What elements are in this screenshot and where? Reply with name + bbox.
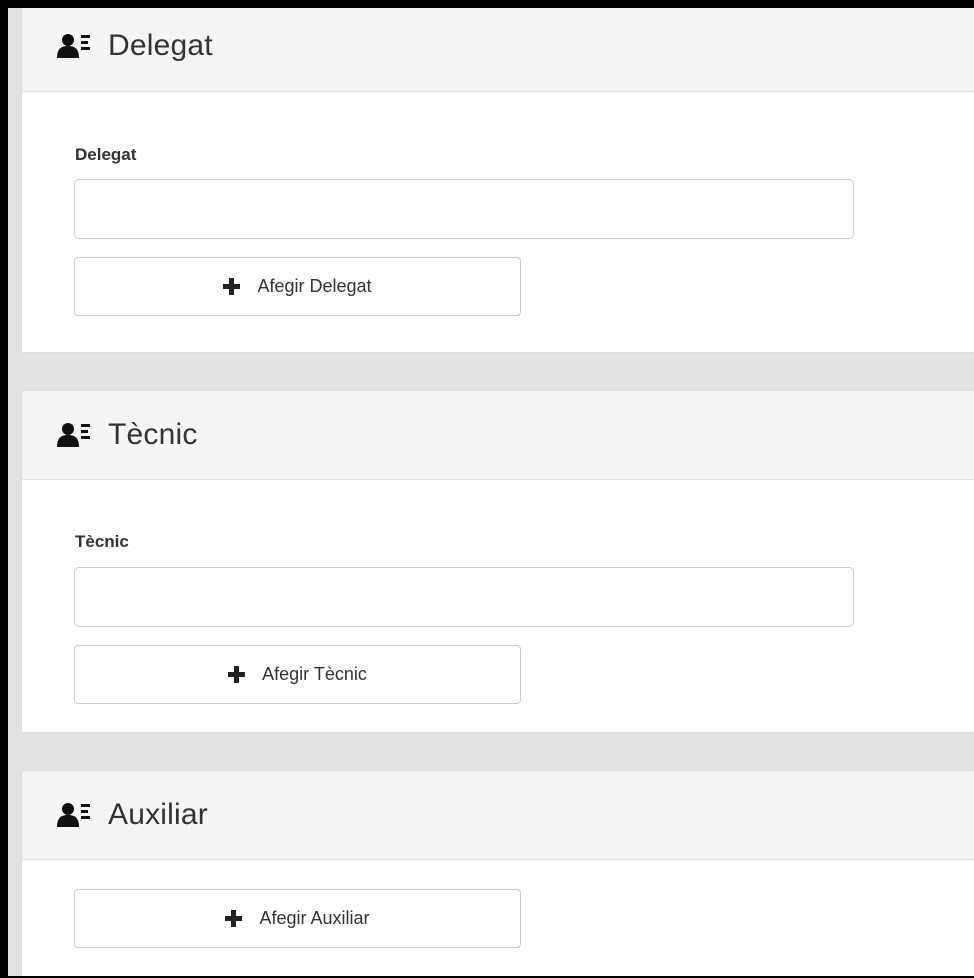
plus-icon — [225, 910, 243, 927]
plus-icon — [228, 666, 246, 683]
panel-tecnic: Tècnic Tècnic Afegir Tècnic — [21, 390, 974, 733]
panel-auxiliar: Auxiliar Afegir Auxiliar — [21, 770, 974, 976]
panel-title: Tècnic — [108, 418, 198, 451]
delegat-input[interactable] — [74, 179, 854, 239]
panel-delegat: Delegat Delegat Afegir Delegat — [21, 8, 974, 353]
panel-title: Auxiliar — [108, 798, 208, 831]
button-label: Afegir Tècnic — [262, 664, 367, 684]
panel-title: Delegat — [108, 29, 213, 62]
plus-icon — [223, 278, 241, 295]
add-tecnic-button[interactable]: Afegir Tècnic — [74, 645, 521, 704]
tecnic-input[interactable] — [74, 567, 854, 627]
user-list-icon — [57, 422, 91, 448]
button-label: Afegir Auxiliar — [259, 908, 370, 928]
button-label: Afegir Delegat — [257, 276, 372, 296]
user-list-icon — [57, 33, 91, 59]
add-auxiliar-button[interactable]: Afegir Auxiliar — [74, 889, 521, 948]
add-delegat-button[interactable]: Afegir Delegat — [74, 257, 521, 316]
panel-heading: Auxiliar — [22, 771, 974, 860]
panel-heading: Delegat — [22, 8, 974, 92]
user-list-icon — [57, 802, 91, 828]
field-label: Delegat — [75, 145, 137, 164]
panel-heading: Tècnic — [22, 391, 974, 480]
field-label: Tècnic — [75, 532, 129, 551]
page-frame: Delegat Delegat Afegir Delegat Tècnic Tè… — [0, 0, 974, 978]
